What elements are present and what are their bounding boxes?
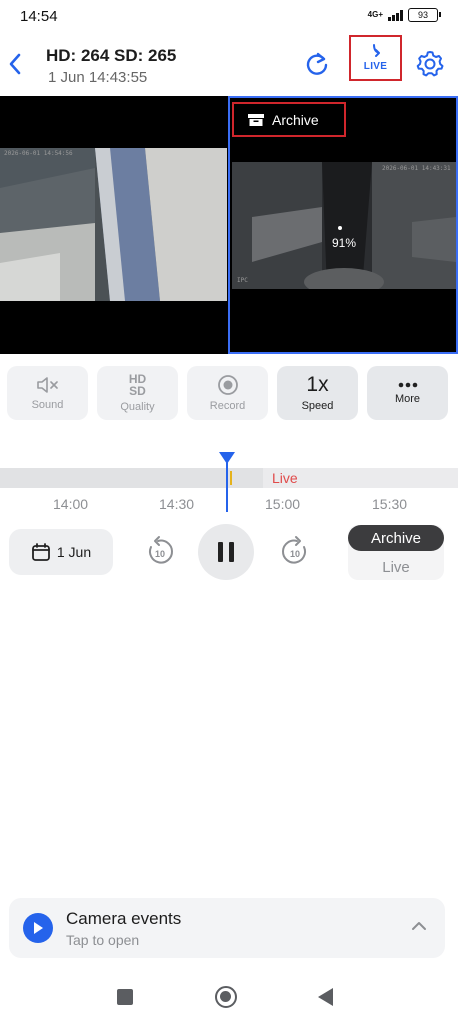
sound-label: Sound [31, 399, 64, 411]
recents-icon[interactable] [117, 989, 133, 1005]
more-label: More [394, 393, 421, 405]
speed-value: 1x [306, 373, 329, 396]
skip-back-value: 10 [155, 549, 165, 559]
refresh-icon [306, 52, 328, 75]
video-area: 2026-06-01 14:54:56 Archive 2026-06-01 1… [0, 96, 458, 354]
quality-button[interactable]: HD SD Quality [97, 366, 178, 420]
camera-image-left [0, 148, 227, 301]
timeline[interactable]: Live 14:00 14:30 15:00 15:30 [0, 452, 458, 522]
pause-icon-bar [229, 542, 234, 562]
events-subtitle: Tap to open [66, 932, 140, 948]
camera-events-sheet[interactable]: Camera events Tap to open [9, 898, 445, 958]
camera-feed-right: 2026-06-01 14:43:31 IPC 91% [232, 162, 456, 289]
sound-button[interactable]: Sound [7, 366, 88, 420]
mode-switch[interactable]: Archive Live [348, 525, 444, 580]
date-label: 1 Jun [56, 544, 92, 560]
status-bar: 14:54 4G+ 93 [0, 0, 458, 34]
arrow-down-icon [372, 44, 380, 57]
calendar-icon [31, 543, 50, 561]
camera-image-right [232, 162, 456, 289]
mode-live[interactable]: Live [348, 555, 444, 579]
record-label: Record [209, 400, 246, 412]
chevron-up-icon[interactable] [411, 920, 427, 932]
archive-indicator: Archive [232, 102, 346, 137]
pause-icon-bar [218, 542, 223, 562]
skip-back-button[interactable]: 10 [145, 535, 175, 569]
network-type: 4G+ [367, 10, 383, 19]
gear-icon [416, 51, 444, 77]
timeline-event-marker[interactable] [230, 471, 232, 485]
speed-label: Speed [301, 400, 334, 412]
hd-sd-icon: HD SD [128, 372, 147, 398]
camera-timestamp-right: 2026-06-01 14:43:31 [382, 165, 451, 172]
record-button[interactable]: Record [187, 366, 268, 420]
timeline-cursor[interactable] [226, 456, 228, 512]
system-nav-bar [0, 980, 458, 1022]
sound-muted-icon [36, 377, 58, 393]
forward-10-icon: 10 [282, 536, 306, 564]
skip-forward-button[interactable]: 10 [280, 535, 310, 569]
timeline-cursor-handle[interactable] [219, 452, 235, 464]
settings-button[interactable] [414, 48, 446, 80]
speed-button[interactable]: 1x Speed [277, 366, 358, 420]
go-live-button[interactable]: LIVE [349, 35, 402, 81]
play-icon [23, 913, 53, 943]
battery-level: 93 [417, 10, 428, 20]
page-title: HD: 264 SD: 265 [46, 46, 177, 65]
record-icon [217, 375, 238, 395]
camera-view-right[interactable]: Archive 2026-06-01 14:43:31 IPC 91% [228, 96, 458, 354]
chevron-left-icon [9, 53, 21, 75]
camera-overlay-label: IPC [237, 277, 248, 284]
pause-button[interactable] [198, 524, 254, 580]
timeline-tick: 15:30 [372, 496, 408, 512]
archive-box-icon [248, 113, 264, 126]
status-indicators: 4G+ 93 [367, 8, 441, 22]
quality-label: Quality [120, 401, 155, 413]
signal-icon [388, 9, 403, 21]
loading-percent: 91% [332, 236, 357, 250]
more-button[interactable]: More [367, 366, 448, 420]
camera-feed-left: 2026-06-01 14:54:56 [0, 148, 227, 301]
camera-timestamp-left: 2026-06-01 14:54:56 [4, 150, 73, 157]
battery-icon: 93 [408, 8, 441, 22]
home-icon[interactable] [215, 986, 237, 1008]
back-triangle-icon[interactable] [318, 988, 333, 1006]
back-button[interactable] [6, 50, 24, 78]
skip-forward-value: 10 [290, 549, 300, 559]
timeline-tick: 14:00 [53, 496, 89, 512]
control-bar: Sound HD SD Quality Record 1x Speed More [7, 366, 451, 420]
camera-view-left[interactable]: 2026-06-01 14:54:56 [0, 96, 227, 354]
timeline-tick: 15:00 [265, 496, 301, 512]
refresh-button[interactable] [301, 48, 333, 80]
timeline-tick: 14:30 [159, 496, 195, 512]
more-dots-icon [398, 382, 417, 388]
events-title: Camera events [66, 909, 182, 928]
mode-archive[interactable]: Archive [348, 525, 444, 551]
timeline-live-label: Live [272, 470, 298, 486]
page-subtitle: 1 Jun 14:43:55 [48, 69, 148, 86]
loading-indicator [338, 226, 342, 230]
rewind-10-icon: 10 [149, 536, 173, 564]
date-picker-button[interactable]: 1 Jun [9, 529, 113, 575]
header: HD: 264 SD: 265 1 Jun 14:43:55 LIVE [0, 35, 458, 92]
archive-indicator-label: Archive [272, 111, 319, 128]
live-label: LIVE [363, 61, 388, 72]
status-time: 14:54 [20, 8, 58, 25]
